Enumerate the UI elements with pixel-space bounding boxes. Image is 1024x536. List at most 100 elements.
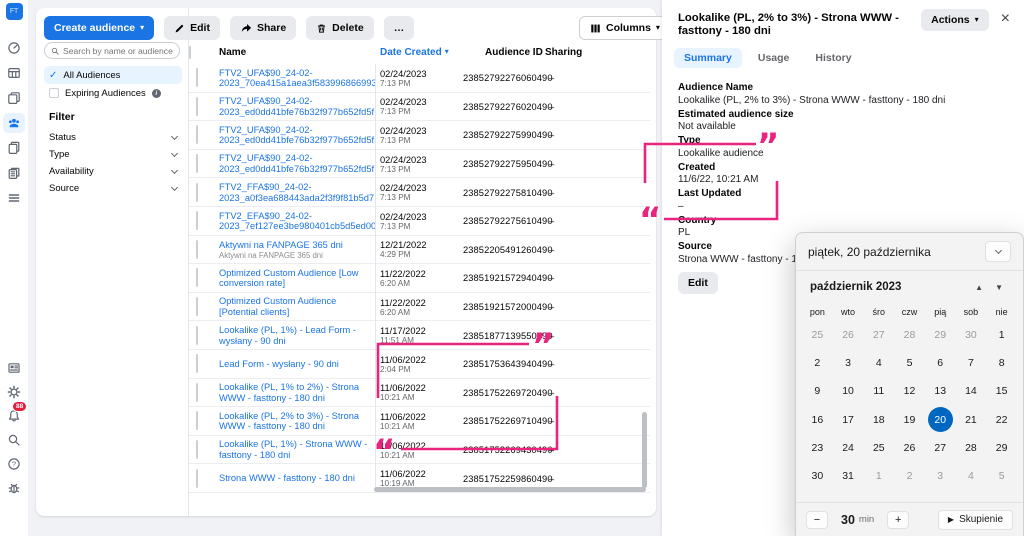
row-checkbox[interactable] (196, 125, 198, 144)
audience-name-link[interactable]: Lookalike (PL, 1%) - Lead Form - wysłany… (219, 325, 356, 346)
row-checkbox[interactable] (196, 440, 198, 459)
calendar-day[interactable]: 30 (956, 321, 987, 349)
audience-name-link[interactable]: FTV2_UFA$90_24-02-2023_70ea415a1aea3f583… (219, 68, 375, 89)
calendar-day[interactable]: 16 (802, 406, 833, 434)
filter-group-source[interactable]: Source (44, 180, 182, 197)
calendar-day[interactable]: 7 (956, 349, 987, 377)
select-all-checkbox[interactable] (189, 46, 191, 59)
catalog-icon[interactable] (3, 163, 25, 183)
calendar-day[interactable]: 17 (833, 406, 864, 434)
focus-button[interactable]: ▶ Skupienie (938, 510, 1013, 530)
bug-icon[interactable] (3, 478, 25, 498)
calendar-day[interactable]: 14 (956, 377, 987, 405)
row-checkbox[interactable] (196, 97, 198, 116)
calendar-day[interactable]: 15 (986, 377, 1017, 405)
table-row[interactable]: Optimized Custom Audience [Potential cli… (189, 293, 650, 322)
calendar-day[interactable]: 28 (956, 434, 987, 462)
calendar-day[interactable]: 4 (956, 462, 987, 490)
audience-name-link[interactable]: Lookalike (PL, 1%) - Strona WWW - fastto… (219, 439, 367, 460)
actions-button[interactable]: Actions▾ (921, 9, 989, 31)
table-row[interactable]: FTV2_UFA$90_24-02-2023_ed0dd41bfe76b32f9… (189, 121, 650, 150)
col-sharing[interactable]: Sharing (545, 47, 650, 58)
audience-name-link[interactable]: FTV2_FFA$90_24-02-2023_a0f3ea688443ada2f… (219, 182, 374, 203)
calendar-day[interactable]: 31 (833, 462, 864, 490)
pages-icon[interactable] (3, 88, 25, 108)
audience-name-link[interactable]: Strona WWW - fasttony - 180 dni (219, 473, 355, 483)
calendar-day[interactable]: 1 (863, 462, 894, 490)
search-input[interactable] (63, 46, 173, 56)
horizontal-scrollbar[interactable] (374, 487, 646, 492)
help-icon[interactable]: ? (3, 454, 25, 474)
news-icon[interactable] (3, 358, 25, 378)
create-audience-button[interactable]: Create audience▾ (44, 16, 154, 40)
app-logo[interactable]: FT (6, 3, 23, 20)
audience-name-link[interactable]: Optimized Custom Audience [Low conversio… (219, 268, 359, 289)
table-row[interactable]: Optimized Custom Audience [Low conversio… (189, 264, 650, 293)
calendar-day[interactable]: 28 (894, 321, 925, 349)
col-date-created[interactable]: Date Created▾ (375, 47, 459, 58)
calendar-day[interactable]: 2 (802, 349, 833, 377)
close-icon[interactable]: × (997, 9, 1014, 29)
tab-history[interactable]: History (805, 48, 861, 68)
row-checkbox[interactable] (196, 326, 198, 345)
row-checkbox[interactable] (196, 183, 198, 202)
table-row[interactable]: FTV2_UFA$90_24-02-2023_ed0dd41bfe76b32f9… (189, 150, 650, 179)
table-row[interactable]: FTV2_UFA$90_24-02-2023_70ea415a1aea3f583… (189, 64, 650, 93)
table-row[interactable]: Lookalike (PL, 1%) - Lead Form - wysłany… (189, 321, 650, 350)
filter-all-audiences[interactable]: ✓ All Audiences (44, 66, 182, 84)
calendar-day[interactable]: 18 (863, 406, 894, 434)
calendar-day[interactable]: 29 (925, 321, 956, 349)
row-checkbox[interactable] (196, 297, 198, 316)
calendar-prev-icon[interactable]: ▲ (969, 281, 989, 294)
table-row[interactable]: FTV2_UFA$90_24-02-2023_ed0dd41bfe76b32f9… (189, 93, 650, 122)
audience-name-link[interactable]: FTV2_EFA$90_24-02-2023_7ef127ee3be980401… (219, 211, 375, 232)
calendar-day[interactable]: 26 (894, 434, 925, 462)
calendar-day[interactable]: 25 (863, 434, 894, 462)
calendar-day[interactable]: 5 (986, 462, 1017, 490)
search-box[interactable] (44, 42, 180, 59)
calendar-day[interactable]: 26 (833, 321, 864, 349)
collections-icon[interactable] (3, 138, 25, 158)
table-row[interactable]: Aktywni na FANPAGE 365 dniAktywni na FAN… (189, 236, 650, 265)
table-row[interactable]: Lookalike (PL, 1% to 2%) - Strona WWW - … (189, 379, 650, 408)
row-checkbox[interactable] (196, 240, 198, 259)
row-checkbox[interactable] (196, 68, 198, 87)
calendar-day[interactable]: 27 (863, 321, 894, 349)
table-row[interactable]: FTV2_EFA$90_24-02-2023_7ef127ee3be980401… (189, 207, 650, 236)
filter-group-type[interactable]: Type (44, 146, 182, 163)
timer-plus-button[interactable]: + (887, 511, 909, 529)
calendar-day[interactable]: 27 (925, 434, 956, 462)
calendar-day[interactable]: 8 (986, 349, 1017, 377)
calendar-next-icon[interactable]: ▼ (989, 281, 1009, 294)
audience-name-link[interactable]: Aktywni na FANPAGE 365 dni (219, 240, 343, 250)
col-audience-id[interactable]: Audience ID (459, 47, 545, 58)
calendar-day[interactable]: 23 (802, 434, 833, 462)
calendar-day[interactable]: 25 (802, 321, 833, 349)
calendar-day[interactable]: 11 (863, 377, 894, 405)
row-checkbox[interactable] (196, 211, 198, 230)
row-checkbox[interactable] (196, 469, 198, 488)
calendar-day[interactable]: 20 (925, 406, 956, 434)
row-checkbox[interactable] (196, 354, 198, 373)
audiences-icon[interactable] (3, 113, 25, 133)
tab-summary[interactable]: Summary (674, 48, 742, 68)
panel-edit-button[interactable]: Edit (678, 272, 718, 294)
calendar-day[interactable]: 3 (833, 349, 864, 377)
timer-minus-button[interactable]: − (806, 511, 828, 529)
row-checkbox[interactable] (196, 383, 198, 402)
calendar-day[interactable]: 2 (894, 462, 925, 490)
calendar-day[interactable]: 29 (986, 434, 1017, 462)
tables-icon[interactable] (3, 63, 25, 83)
calendar-day[interactable]: 9 (802, 377, 833, 405)
table-row[interactable]: Lead Form - wysłany - 90 dni11/06/20222:… (189, 350, 650, 379)
row-checkbox[interactable] (196, 154, 198, 173)
col-name[interactable]: Name (219, 47, 375, 58)
filter-expiring-audiences[interactable]: Expiring Audiences i (44, 84, 182, 102)
table-row[interactable]: Lookalike (PL, 1%) - Strona WWW - fastto… (189, 436, 650, 465)
audience-name-link[interactable]: FTV2_UFA$90_24-02-2023_ed0dd41bfe76b32f9… (219, 96, 374, 117)
audience-name-link[interactable]: Lookalike (PL, 2% to 3%) - Strona WWW - … (219, 411, 359, 432)
vertical-scrollbar[interactable] (642, 412, 647, 488)
audience-name-link[interactable]: Optimized Custom Audience [Potential cli… (219, 296, 336, 317)
audience-name-link[interactable]: Lookalike (PL, 1% to 2%) - Strona WWW - … (219, 382, 359, 403)
calendar-collapse-button[interactable] (985, 241, 1011, 262)
